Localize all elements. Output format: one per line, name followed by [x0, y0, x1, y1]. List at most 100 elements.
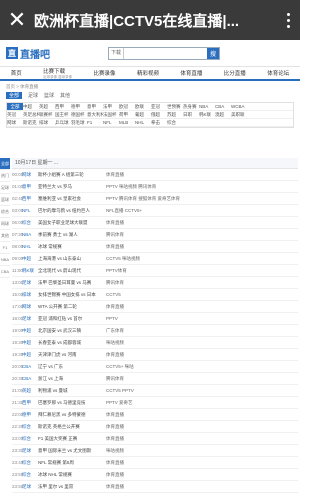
side-item[interactable]: NBA	[0, 254, 10, 266]
match-league[interactable]: 排球	[22, 292, 38, 298]
match-channels[interactable]: 体育直播	[106, 220, 298, 226]
filter-option[interactable]: CBA	[215, 103, 231, 110]
schedule-row[interactable]: 21:00 英超 利物浦 vs 曼城 CCTV5 PPTV	[12, 385, 298, 397]
schedule-row[interactable]: 19:35 中超 天津津门虎 vs 河南 体育直播	[12, 349, 298, 361]
match-league[interactable]: 西甲	[22, 196, 38, 202]
tab[interactable]: 篮球	[44, 92, 54, 99]
schedule-row[interactable]: 01:00 意甲 亚特兰大 vs 罗马 PPTV 咪咕视频 腾讯体育	[12, 181, 298, 193]
filter-option[interactable]: 亚冠	[151, 103, 167, 110]
schedule-row[interactable]: 02:45 西甲 塞维利亚 vs 皇家社会 PPTV 腾讯体育 搜狐体育 爱奇艺体育	[12, 193, 298, 205]
match-title[interactable]: 利物浦 vs 曼城	[38, 388, 106, 394]
match-league[interactable]: 中超	[22, 256, 38, 262]
filter-option[interactable]: 法国杯	[103, 111, 119, 118]
match-league[interactable]: 综合	[22, 424, 38, 430]
filter-option[interactable]: 苏超	[167, 111, 183, 118]
nav-item[interactable]: 体育论坛	[267, 69, 289, 77]
match-title[interactable]: 天津津门虎 vs 河南	[38, 352, 106, 358]
filter-option[interactable]: 德甲	[71, 103, 87, 110]
filter-option[interactable]: 美职联	[231, 111, 247, 118]
match-title[interactable]: 意甲 国际米兰 vs 尤文图斯	[38, 448, 106, 454]
match-league[interactable]: 综合	[22, 220, 38, 226]
match-title[interactable]: 亚冠 浦和红钻 vs 首尔	[38, 316, 106, 322]
filter-option[interactable]: 英冠	[7, 111, 23, 118]
filter-option[interactable]: 韩K联	[199, 111, 215, 118]
filter-option[interactable]: 澳超	[215, 111, 231, 118]
filter-option[interactable]: NFL	[103, 119, 119, 126]
match-league[interactable]: 足球	[22, 280, 38, 286]
filter-option[interactable]: 中超	[23, 103, 39, 110]
match-title[interactable]: 上海海港 vs 山东泰山	[38, 256, 106, 262]
match-league[interactable]: 网球	[22, 172, 38, 178]
filter-option[interactable]: NBA	[199, 103, 215, 110]
match-title[interactable]: 冰球 NHL 常规赛	[38, 472, 106, 478]
filter-option[interactable]: 西甲	[55, 103, 71, 110]
filter-option[interactable]: 英足总杯	[23, 111, 39, 118]
more-icon[interactable]	[276, 0, 300, 40]
side-item[interactable]: 网球	[0, 218, 10, 230]
side-item[interactable]: CBA	[0, 266, 10, 278]
filter-option[interactable]: 俄超	[151, 111, 167, 118]
side-item[interactable]: 其他	[0, 230, 10, 242]
match-channels[interactable]: 体育直播	[106, 436, 298, 442]
filter-option[interactable]: 意甲	[87, 103, 103, 110]
filter-option[interactable]: 荷甲	[119, 111, 135, 118]
tab[interactable]: 足球	[28, 92, 38, 99]
match-league[interactable]: CBA	[22, 376, 38, 381]
filter-option[interactable]: 羽毛球	[71, 119, 87, 126]
match-league[interactable]: 中超	[22, 352, 38, 358]
schedule-row[interactable]: 03:00 NFL 巴尔的摩乌鸦 vs 纽约巨人 NFL直播 CCTV5+	[12, 205, 298, 217]
match-league[interactable]: NFL	[22, 208, 38, 213]
match-league[interactable]: 综合	[22, 460, 38, 466]
match-league[interactable]: 足球	[22, 316, 38, 322]
match-league[interactable]: 韩K联	[22, 268, 38, 274]
schedule-row[interactable]: 19:00 中超 北京国安 vs 武汉三镇 广东体育	[12, 325, 298, 337]
match-league[interactable]: 英超	[22, 388, 38, 394]
filter-option[interactable]: 日职	[183, 111, 199, 118]
filter-option[interactable]: 排球	[39, 119, 55, 126]
nav-item[interactable]: 比分直播	[224, 69, 246, 77]
nav-item[interactable]: 体育直播	[180, 69, 202, 77]
match-channels[interactable]: PPTV 腾讯体育 搜狐体育 爱奇艺体育	[106, 196, 298, 202]
schedule-row[interactable]: 23:00 综合 F1 美国大奖赛 正赛 体育直播	[12, 433, 298, 445]
match-title[interactable]: 亚特兰大 vs 罗马	[38, 184, 106, 190]
match-league[interactable]: 德甲	[22, 412, 38, 418]
filter-option[interactable]: 欧联	[135, 103, 151, 110]
match-title[interactable]: 季前赛 勇士 vs 湖人	[38, 232, 106, 238]
match-title[interactable]: 冰球 常规赛	[38, 244, 106, 250]
schedule-row[interactable]: 20:00 CBA 辽宁 vs 广东 CCTV5+ 咪咕	[12, 361, 298, 373]
schedule-row[interactable]: 07:30 NBA 季前赛 勇士 vs 湖人 腾讯体育	[12, 229, 298, 241]
match-title[interactable]: 辽宁 vs 广东	[38, 364, 106, 370]
schedule-row[interactable]: 15:00 排球 女排世锦赛 中国女排 vs 日本 CCTV5	[12, 289, 298, 301]
filter-option[interactable]: 综合	[167, 119, 183, 126]
schedule-row[interactable]: 19:30 中超 长春亚泰 vs 成都蓉城 咪咕视频	[12, 337, 298, 349]
match-channels[interactable]: PPTV	[106, 316, 298, 321]
match-title[interactable]: 全北现代 vs 蔚山现代	[38, 268, 106, 274]
match-title[interactable]: 法甲 巴黎圣日耳曼 vs 马赛	[38, 280, 106, 286]
filter-option[interactable]: MLB	[119, 119, 135, 126]
match-channels[interactable]: PPTV体育	[106, 268, 298, 274]
match-title[interactable]: 女排世锦赛 中国女排 vs 日本	[38, 292, 106, 298]
nav-item[interactable]: 比赛录像	[94, 69, 116, 77]
filter-option[interactable]: 法甲	[103, 103, 119, 110]
match-channels[interactable]: 体育直播	[106, 472, 298, 478]
schedule-row[interactable]: 20:30 CBA 浙江 vs 上海 腾讯体育	[12, 373, 298, 385]
match-league[interactable]: 网球	[22, 304, 38, 310]
search-button[interactable]: 搜	[207, 47, 219, 59]
schedule-row[interactable]: 00:00 网球 斯杯小组赛 A 组第三轮 体育直播	[12, 169, 298, 181]
filter-option[interactable]: NHL	[135, 119, 151, 126]
match-title[interactable]: F1 美国大奖赛 正赛	[38, 436, 106, 442]
tab[interactable]: 其他	[60, 92, 70, 99]
schedule-row[interactable]: 08:00 NHL 冰球 常规赛 体育直播	[12, 241, 298, 253]
match-channels[interactable]: CCTV5+ 咪咕	[106, 364, 298, 370]
tab[interactable]: 全部	[6, 92, 23, 99]
match-league[interactable]: 中超	[22, 328, 38, 334]
schedule-row[interactable]: 18:00 足球 亚冠 浦和红钻 vs 首尔 PPTV	[12, 313, 298, 325]
match-title[interactable]: 北京国安 vs 武汉三镇	[38, 328, 106, 334]
filter-option[interactable]: 乒乓球	[55, 119, 71, 126]
match-title[interactable]: WTA 公开赛 第二轮	[38, 304, 106, 310]
schedule-row[interactable]: 23:30 足球 意甲 国际米兰 vs 尤文图斯 咪咕视频	[12, 445, 298, 457]
match-league[interactable]: 中超	[22, 340, 38, 346]
schedule-row[interactable]: 22:00 德甲 拜仁慕尼黑 vs 多特蒙德 体育直播	[12, 409, 298, 421]
match-channels[interactable]: 体育直播	[106, 304, 298, 310]
match-channels[interactable]: 腾讯体育	[106, 376, 298, 382]
